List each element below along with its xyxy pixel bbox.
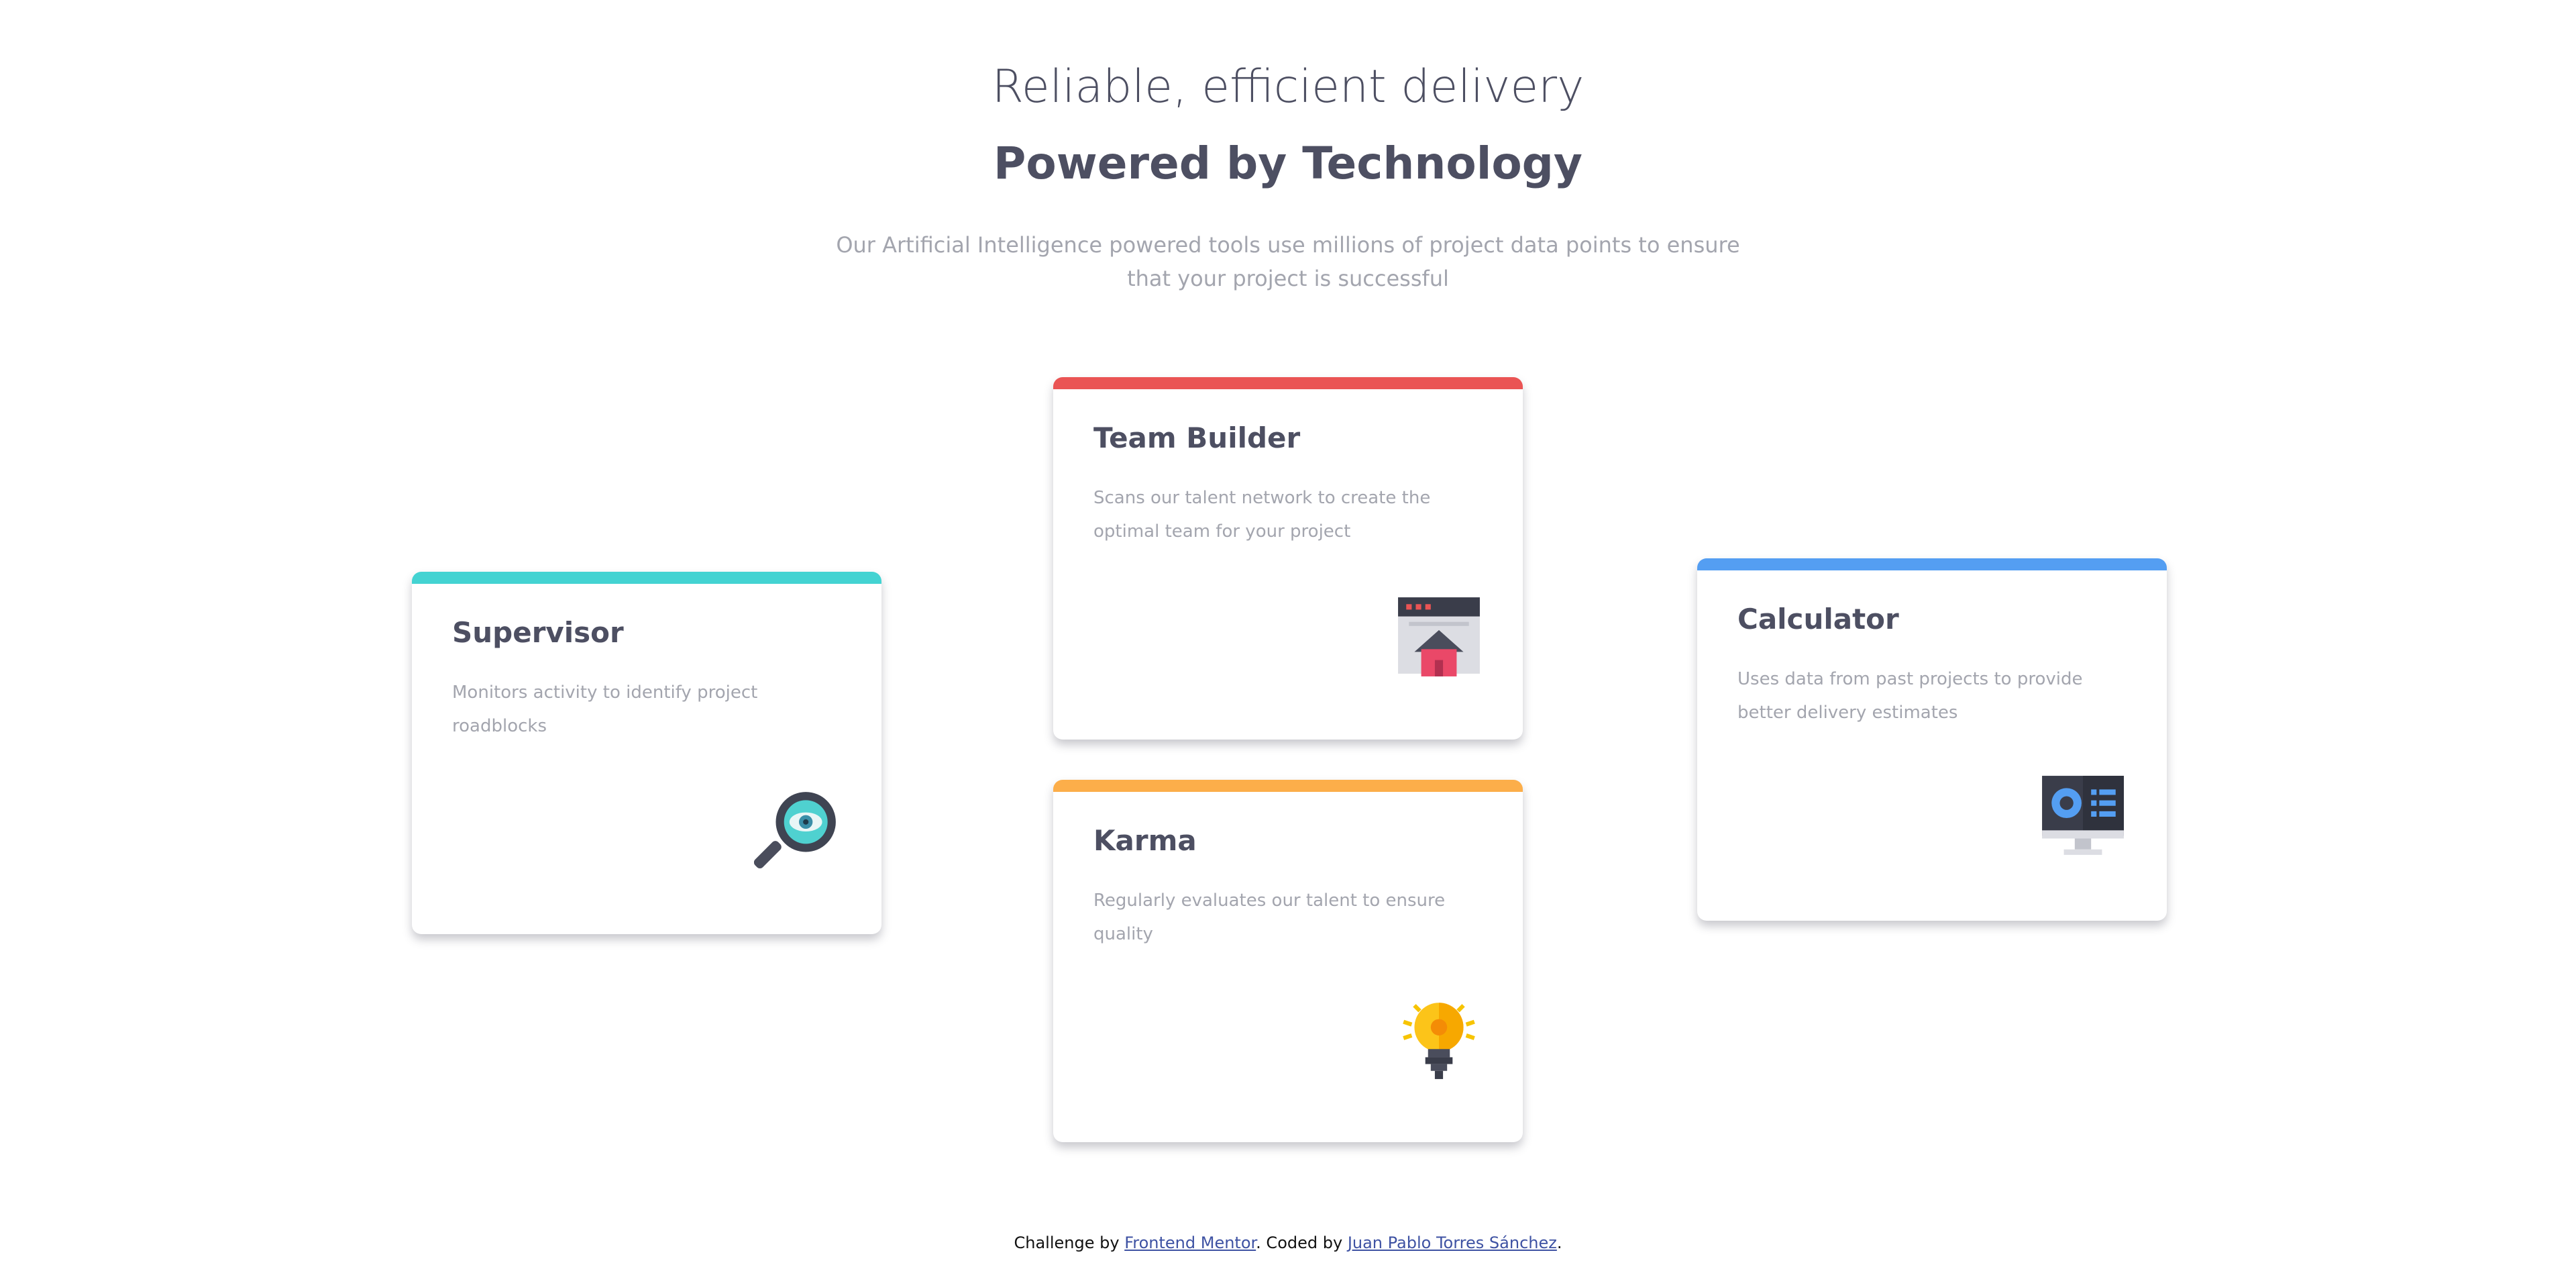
card-description: Regularly evaluates our talent to ensure…: [1093, 891, 1446, 944]
lightbulb-icon: [1403, 1003, 1475, 1079]
card-title: Calculator: [1737, 603, 1899, 636]
magnifier-eye-icon: [754, 792, 836, 869]
card-description: Monitors activity to identify project ro…: [452, 682, 758, 736]
card-description: Scans our talent network to create the o…: [1093, 488, 1431, 542]
monitor-dashboard-icon: [2042, 776, 2124, 855]
card-title: Team Builder: [1093, 421, 1301, 454]
team-builder-icon: [1398, 597, 1480, 676]
card-calculator: Calculator Uses data from past projects …: [1697, 558, 2167, 921]
header-intro: Our Artificial Intelligence powered tool…: [836, 232, 1740, 291]
card-supervisor: Supervisor Monitors activity to identify…: [412, 572, 881, 934]
footer: Challenge by Frontend Mentor. Coded by J…: [0, 1233, 2576, 1252]
author-link[interactable]: Juan Pablo Torres Sánchez: [1348, 1233, 1557, 1252]
card-team-builder: Team Builder Scans our talent network to…: [1053, 377, 1523, 740]
card-title: Karma: [1093, 824, 1197, 857]
footer-prefix: Challenge by: [1014, 1233, 1125, 1252]
card-description: Uses data from past projects to provide …: [1737, 669, 2083, 723]
frontend-mentor-link[interactable]: Frontend Mentor: [1124, 1233, 1256, 1252]
page: Reliable, efficient delivery Powered by …: [0, 0, 2576, 1267]
header-title: Powered by Technology: [994, 138, 1582, 189]
header-subtitle: Reliable, efficient delivery: [991, 60, 1585, 113]
footer-middle: . Coded by: [1256, 1233, 1348, 1252]
card-karma: Karma Regularly evaluates our talent to …: [1053, 780, 1523, 1142]
card-title: Supervisor: [452, 616, 624, 649]
footer-suffix: .: [1556, 1233, 1562, 1252]
